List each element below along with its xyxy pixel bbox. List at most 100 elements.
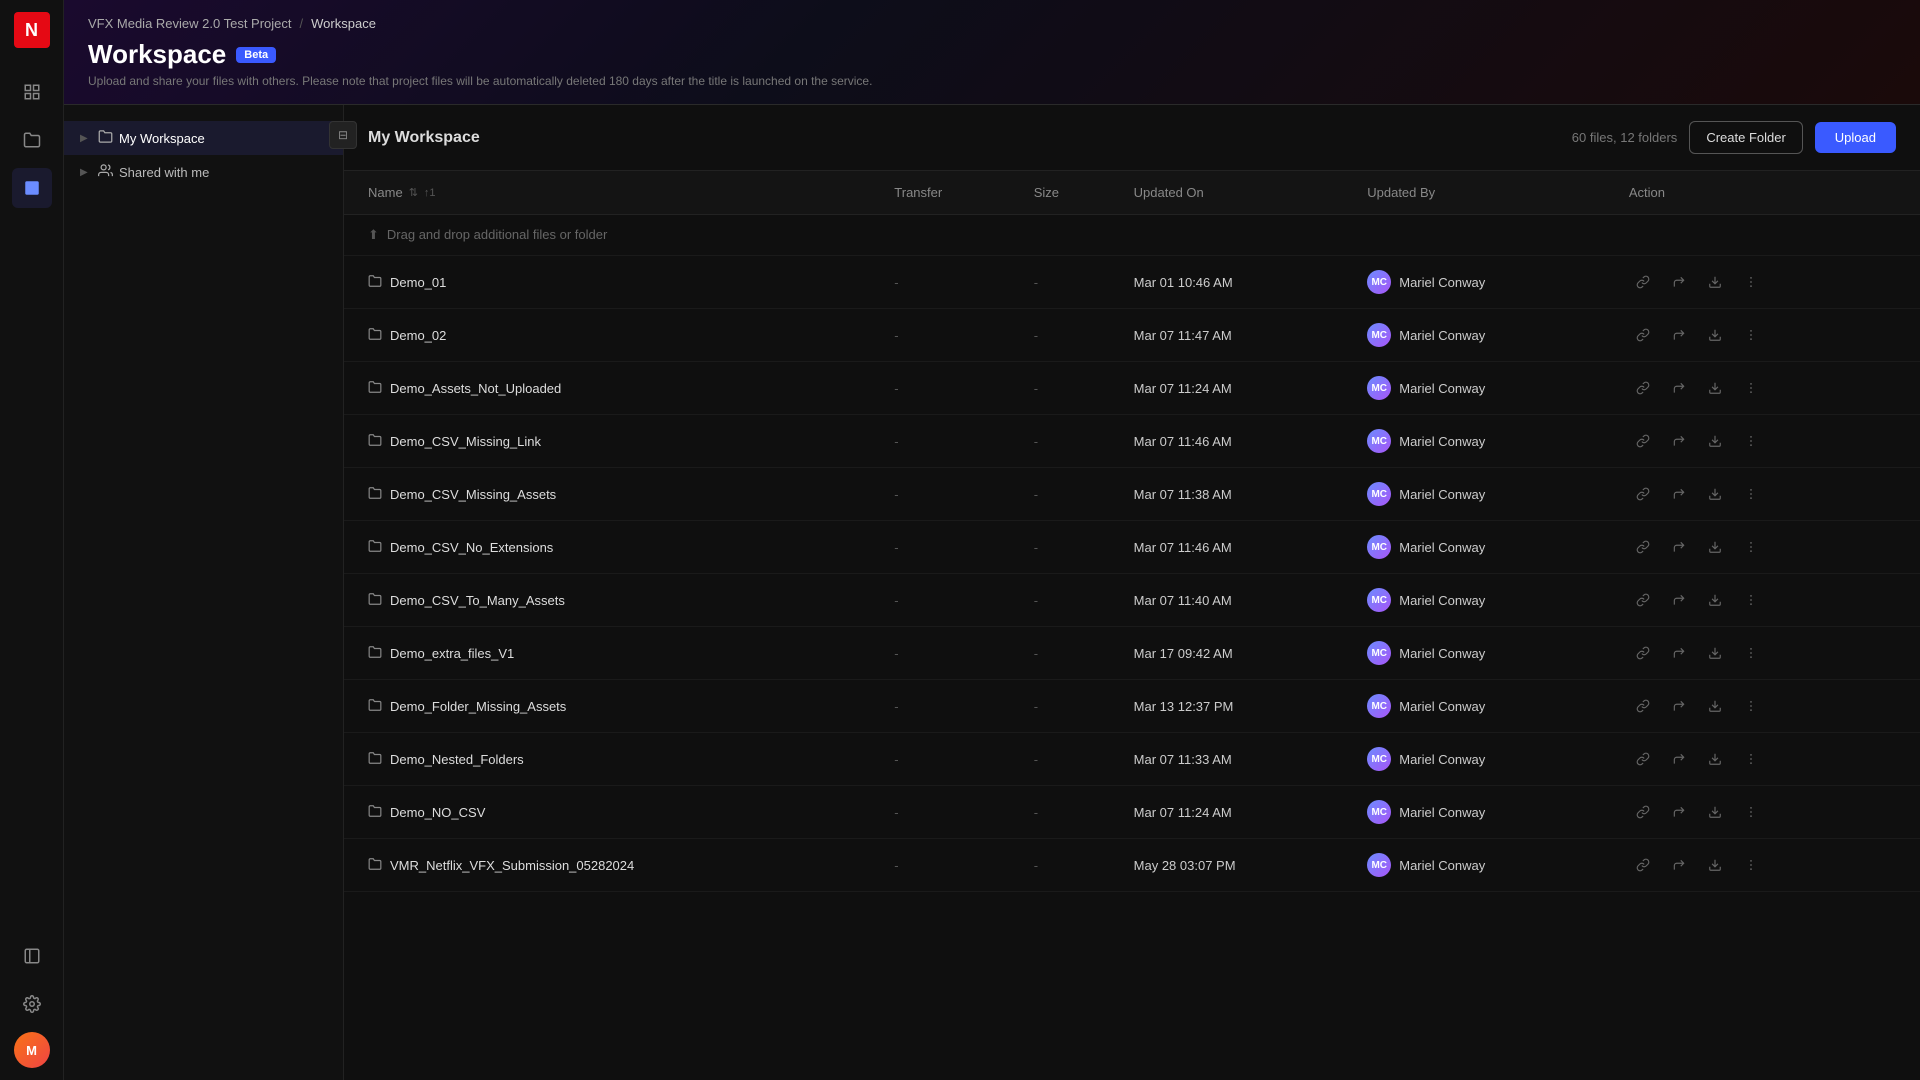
link-action-btn[interactable] (1629, 321, 1657, 349)
updated-by-name: Mariel Conway (1399, 328, 1485, 343)
updated-by-cell: MC Mariel Conway (1351, 362, 1613, 415)
link-action-btn[interactable] (1629, 480, 1657, 508)
icon-sidebar: N M (0, 0, 64, 1080)
share-action-btn[interactable] (1665, 692, 1693, 720)
download-action-btn[interactable] (1701, 851, 1729, 879)
tree-toggle-btn[interactable]: ⊟ (329, 121, 357, 149)
more-action-btn[interactable] (1737, 692, 1765, 720)
download-action-btn[interactable] (1701, 480, 1729, 508)
download-action-btn[interactable] (1701, 374, 1729, 402)
share-action-btn[interactable] (1665, 639, 1693, 667)
more-action-btn[interactable] (1737, 798, 1765, 826)
share-action-btn[interactable] (1665, 533, 1693, 561)
share-action-btn[interactable] (1665, 851, 1693, 879)
more-action-btn[interactable] (1737, 321, 1765, 349)
download-action-btn[interactable] (1701, 321, 1729, 349)
more-action-btn[interactable] (1737, 480, 1765, 508)
th-name: Name ⇅ ↑1 (344, 171, 878, 215)
download-action-btn[interactable] (1701, 427, 1729, 455)
updated-by-name: Mariel Conway (1399, 275, 1485, 290)
more-action-btn[interactable] (1737, 427, 1765, 455)
more-action-btn[interactable] (1737, 533, 1765, 561)
nav-folder-icon[interactable] (12, 120, 52, 160)
table-container[interactable]: Name ⇅ ↑1 Transfer Size Updated On Updat… (344, 171, 1920, 1080)
link-action-btn[interactable] (1629, 798, 1657, 826)
avatar: MC (1367, 323, 1391, 347)
folder-name[interactable]: Demo_Assets_Not_Uploaded (390, 381, 561, 396)
share-action-btn[interactable] (1665, 586, 1693, 614)
folder-name[interactable]: Demo_Folder_Missing_Assets (390, 699, 566, 714)
share-action-btn[interactable] (1665, 745, 1693, 773)
share-action-btn[interactable] (1665, 427, 1693, 455)
share-action-btn[interactable] (1665, 374, 1693, 402)
more-action-btn[interactable] (1737, 745, 1765, 773)
download-action-btn[interactable] (1701, 533, 1729, 561)
files-table: Name ⇅ ↑1 Transfer Size Updated On Updat… (344, 171, 1920, 892)
download-action-btn[interactable] (1701, 586, 1729, 614)
link-action-btn[interactable] (1629, 533, 1657, 561)
avatar: MC (1367, 376, 1391, 400)
updated-on-cell: Mar 07 11:46 AM (1118, 415, 1352, 468)
more-action-btn[interactable] (1737, 374, 1765, 402)
folder-name[interactable]: Demo_NO_CSV (390, 805, 485, 820)
avatar: MC (1367, 482, 1391, 506)
th-action: Action (1613, 171, 1920, 215)
folder-name[interactable]: Demo_02 (390, 328, 446, 343)
share-action-btn[interactable] (1665, 798, 1693, 826)
create-folder-button[interactable]: Create Folder (1689, 121, 1802, 154)
share-action-btn[interactable] (1665, 268, 1693, 296)
folder-name[interactable]: Demo_CSV_Missing_Assets (390, 487, 556, 502)
share-action-btn[interactable] (1665, 480, 1693, 508)
size-cell: - (1018, 574, 1118, 627)
download-action-btn[interactable] (1701, 268, 1729, 296)
folder-icon (368, 857, 382, 874)
sort-icon[interactable]: ⇅ (409, 186, 418, 199)
nav-workspace-icon[interactable] (12, 168, 52, 208)
sidebar-item-shared[interactable]: ▶ Shared with me (64, 155, 343, 189)
more-action-btn[interactable] (1737, 851, 1765, 879)
user-avatar[interactable]: M (14, 1032, 50, 1068)
download-action-btn[interactable] (1701, 692, 1729, 720)
folder-name[interactable]: Demo_01 (390, 275, 446, 290)
download-action-btn[interactable] (1701, 745, 1729, 773)
updated-on-cell: Mar 07 11:40 AM (1118, 574, 1352, 627)
more-action-btn[interactable] (1737, 639, 1765, 667)
transfer-cell: - (878, 574, 1017, 627)
link-action-btn[interactable] (1629, 745, 1657, 773)
link-action-btn[interactable] (1629, 851, 1657, 879)
app-logo[interactable]: N (14, 12, 50, 48)
drag-drop-row: ⬆Drag and drop additional files or folde… (344, 215, 1920, 256)
folder-name[interactable]: Demo_CSV_No_Extensions (390, 540, 553, 555)
link-action-btn[interactable] (1629, 374, 1657, 402)
nav-dashboard-icon[interactable] (12, 72, 52, 112)
folder-name[interactable]: VMR_Netflix_VFX_Submission_05282024 (390, 858, 634, 873)
sidebar-item-my-workspace[interactable]: ▶ My Workspace (64, 121, 343, 155)
share-action-btn[interactable] (1665, 321, 1693, 349)
breadcrumb-project[interactable]: VFX Media Review 2.0 Test Project (88, 16, 292, 31)
link-action-btn[interactable] (1629, 692, 1657, 720)
folder-name-cell: Demo_extra_files_V1 (344, 627, 878, 680)
th-updated-on: Updated On (1118, 171, 1352, 215)
nav-panel-icon[interactable] (12, 936, 52, 976)
folder-name[interactable]: Demo_CSV_To_Many_Assets (390, 593, 565, 608)
transfer-cell: - (878, 309, 1017, 362)
upload-button[interactable]: Upload (1815, 122, 1896, 153)
updated-by-cell: MC Mariel Conway (1351, 309, 1613, 362)
transfer-cell: - (878, 362, 1017, 415)
folder-name[interactable]: Demo_extra_files_V1 (390, 646, 514, 661)
folder-name[interactable]: Demo_CSV_Missing_Link (390, 434, 541, 449)
updated-by-name: Mariel Conway (1399, 381, 1485, 396)
updated-on-cell: Mar 17 09:42 AM (1118, 627, 1352, 680)
download-action-btn[interactable] (1701, 798, 1729, 826)
link-action-btn[interactable] (1629, 427, 1657, 455)
settings-icon[interactable] (12, 984, 52, 1024)
link-action-btn[interactable] (1629, 586, 1657, 614)
table-header-row: Name ⇅ ↑1 Transfer Size Updated On Updat… (344, 171, 1920, 215)
download-action-btn[interactable] (1701, 639, 1729, 667)
link-action-btn[interactable] (1629, 268, 1657, 296)
more-action-btn[interactable] (1737, 586, 1765, 614)
folder-name[interactable]: Demo_Nested_Folders (390, 752, 524, 767)
breadcrumb-current: Workspace (311, 16, 376, 31)
link-action-btn[interactable] (1629, 639, 1657, 667)
more-action-btn[interactable] (1737, 268, 1765, 296)
